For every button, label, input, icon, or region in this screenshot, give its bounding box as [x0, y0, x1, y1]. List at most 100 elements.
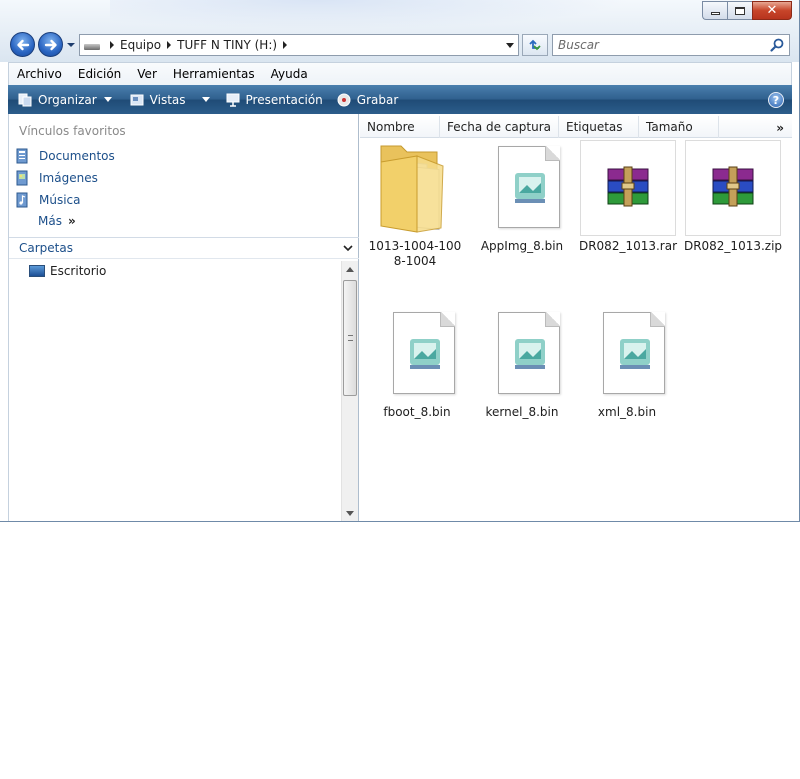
file-name: xml_8.bin [597, 405, 657, 419]
refresh-icon [529, 39, 541, 51]
menu-ver[interactable]: Ver [129, 67, 165, 81]
file-name: 1013-1004-1008-1004 [368, 239, 462, 268]
refresh-button[interactable] [522, 34, 548, 56]
archive-books-graphic [712, 166, 754, 207]
slideshow-button[interactable]: Presentación [226, 93, 323, 107]
breadcrumb-separator-icon[interactable] [110, 41, 114, 49]
favorite-link-musica[interactable]: Música [15, 192, 81, 208]
navigation-bar: Equipo TUFF N TINY (H:) [0, 30, 799, 60]
file-item-zip[interactable]: DR082_1013.zip [683, 140, 783, 254]
bin-file-icon [579, 306, 675, 402]
document-page [498, 312, 560, 394]
bin-file-icon [474, 140, 570, 236]
help-button[interactable]: ? [768, 92, 784, 108]
folders-header[interactable]: Carpetas [9, 237, 359, 259]
favorite-label: Documentos [39, 149, 115, 163]
pictures-icon [16, 170, 28, 186]
slideshow-icon [226, 93, 240, 107]
column-headers: Nombre Fecha de captura Etiquetas Tamaño… [360, 116, 792, 138]
search-box [552, 34, 790, 56]
file-item-rar[interactable]: DR082_1013.rar [578, 140, 678, 254]
double-chevron-right-icon[interactable]: » [776, 121, 784, 135]
search-input[interactable] [558, 36, 769, 54]
burn-label: Grabar [356, 92, 399, 107]
page-fold [545, 312, 560, 327]
favorite-link-imagenes[interactable]: Imágenes [15, 170, 98, 186]
zip-archive-icon [685, 140, 781, 236]
menu-herramientas[interactable]: Herramientas [165, 67, 263, 81]
file-list-pane: Nombre Fecha de captura Etiquetas Tamaño… [360, 114, 792, 521]
folder-icon [367, 140, 463, 236]
burn-button[interactable]: Grabar [337, 92, 399, 107]
burn-disc-icon [337, 93, 351, 106]
file-name: DR082_1013.rar [578, 239, 678, 253]
forward-button[interactable] [38, 32, 63, 57]
favorite-label: Imágenes [39, 171, 98, 185]
file-item-appimg[interactable]: AppImg_8.bin [472, 140, 572, 254]
tree-item-label: Escritorio [50, 264, 107, 278]
back-button[interactable] [10, 32, 35, 57]
file-item-xml[interactable]: xml_8.bin [577, 306, 677, 420]
file-item-fboot[interactable]: fboot_8.bin [367, 306, 467, 420]
breadcrumb-separator-icon[interactable] [283, 41, 288, 49]
tree-scrollbar[interactable] [341, 261, 358, 521]
menu-archivo[interactable]: Archivo [9, 67, 70, 81]
system-file-emblem-icon [515, 339, 545, 369]
arrow-right-icon [44, 39, 57, 50]
breadcrumb-equipo[interactable]: Equipo [120, 38, 161, 52]
desktop-icon [29, 265, 45, 277]
recent-pages-dropdown-icon[interactable] [66, 40, 76, 50]
document-page [498, 146, 560, 228]
breadcrumb-drive[interactable]: TUFF N TINY (H:) [177, 38, 277, 52]
document-page [393, 312, 455, 394]
folders-label: Carpetas [19, 241, 73, 255]
organize-button[interactable]: Organizar [18, 93, 112, 107]
close-icon: ✕ [766, 3, 778, 18]
archive-books-graphic [607, 166, 649, 207]
column-header-etiquetas[interactable]: Etiquetas [559, 116, 639, 138]
page-fold [440, 312, 455, 327]
slideshow-label: Presentación [245, 92, 323, 107]
organize-icon [18, 93, 32, 106]
chevron-down-icon [201, 97, 210, 102]
favorite-link-documentos[interactable]: Documentos [15, 148, 115, 164]
folder-graphic [380, 145, 444, 233]
tree-item-escritorio[interactable]: Escritorio [29, 264, 106, 278]
favorites-title: Vínculos favoritos [19, 124, 126, 138]
organize-label: Organizar [38, 92, 97, 107]
views-label: Vistas [149, 92, 186, 107]
file-item-folder[interactable]: 1013-1004-1008-1004 [365, 140, 465, 269]
views-icon [130, 94, 144, 105]
file-name: kernel_8.bin [485, 405, 559, 419]
scroll-up-icon[interactable] [346, 267, 354, 272]
file-name: DR082_1013.zip [683, 239, 783, 253]
minimize-button[interactable] [702, 1, 727, 20]
system-file-emblem-icon [515, 173, 545, 203]
bin-file-icon [369, 306, 465, 402]
column-header-tamano[interactable]: Tamaño [639, 116, 719, 138]
maximize-button[interactable] [727, 1, 752, 20]
favorite-label: Música [39, 193, 81, 207]
more-label: Más [38, 214, 62, 228]
column-header-fecha[interactable]: Fecha de captura [440, 116, 559, 138]
drive-icon [84, 44, 100, 50]
chevron-down-icon [103, 97, 112, 102]
close-button[interactable]: ✕ [752, 1, 792, 20]
file-item-kernel[interactable]: kernel_8.bin [472, 306, 572, 420]
column-header-nombre[interactable]: Nombre [360, 116, 440, 138]
scrollbar-thumb[interactable] [343, 280, 357, 396]
menu-ayuda[interactable]: Ayuda [263, 67, 316, 81]
help-icon: ? [772, 93, 780, 107]
menu-edicion[interactable]: Edición [70, 67, 129, 81]
address-bar[interactable]: Equipo TUFF N TINY (H:) [79, 34, 519, 56]
search-icon[interactable] [769, 37, 785, 53]
maximize-icon [735, 6, 745, 15]
favorites-more-link[interactable]: Más » [38, 214, 76, 228]
file-name: AppImg_8.bin [480, 239, 564, 253]
rar-archive-icon [580, 140, 676, 236]
views-button[interactable]: Vistas [130, 93, 210, 107]
document-page [603, 312, 665, 394]
scroll-down-icon[interactable] [346, 511, 354, 516]
breadcrumb-separator-icon[interactable] [167, 41, 172, 49]
address-dropdown-icon[interactable] [506, 43, 514, 48]
